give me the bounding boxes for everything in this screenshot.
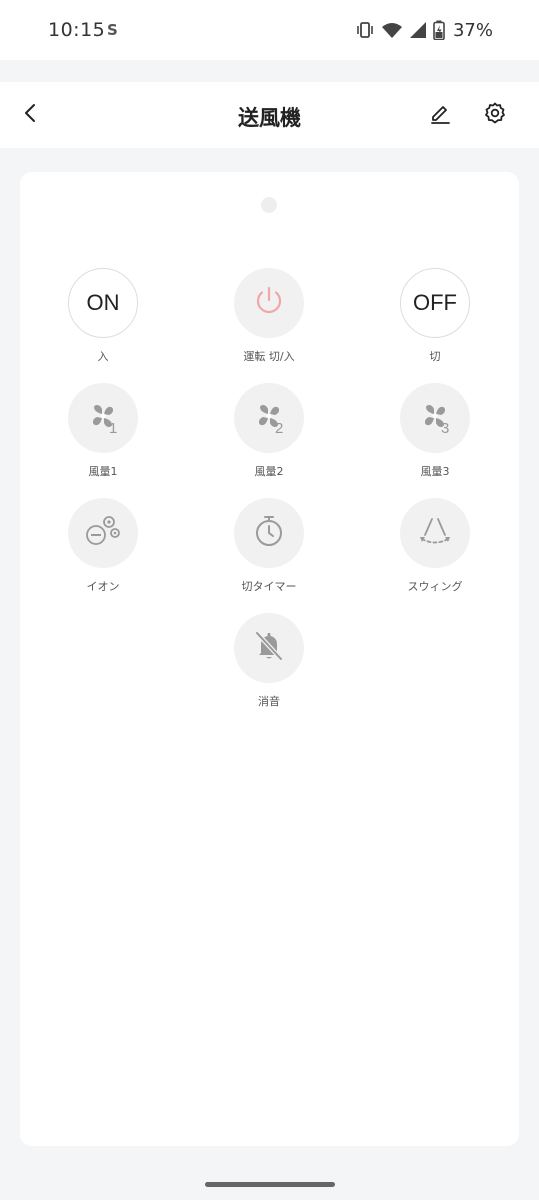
indicator-dot: [261, 197, 277, 213]
settings-button[interactable]: [479, 99, 511, 131]
remote-panel: ON 入 運転 切/入 OFF 切 1 風量1 2 風量2 3 風量3 イオン …: [20, 172, 519, 1146]
key-label-swing: スウィング: [407, 580, 463, 593]
key-timer: 切タイマー: [199, 498, 339, 598]
swing-icon: [415, 513, 455, 553]
key-ion: イオン: [33, 498, 173, 598]
key-off: OFF 切: [365, 268, 505, 368]
fan-speed-number: 1: [109, 420, 118, 437]
fan-speed-1-button[interactable]: 1: [68, 383, 138, 453]
vibrate-icon: [355, 21, 375, 39]
ion-button[interactable]: [68, 498, 138, 568]
key-fan3: 3 風量3: [365, 383, 505, 483]
status-icons: 37%: [355, 18, 493, 42]
status-app-indicator: S: [107, 21, 118, 39]
swing-button[interactable]: [400, 498, 470, 568]
battery-charging-icon: [433, 20, 445, 40]
key-label-timer: 切タイマー: [241, 580, 297, 593]
timer-icon: [252, 513, 286, 553]
key-swing: スウィング: [365, 498, 505, 598]
home-indicator[interactable]: [205, 1182, 335, 1187]
fan-speed-number: 2: [275, 420, 284, 437]
key-on: ON 入: [33, 268, 173, 368]
on-button-text: ON: [86, 290, 120, 315]
mute-bell-icon: [252, 628, 286, 668]
fan-speed-number: 3: [441, 420, 450, 437]
status-bar: 10:15 S 37%: [0, 0, 539, 60]
gear-icon: [484, 102, 506, 128]
signal-icon: [409, 21, 427, 39]
pencil-icon: [429, 102, 451, 128]
key-power: 運転 切/入: [199, 268, 339, 368]
key-fan1: 1 風量1: [33, 383, 173, 483]
key-label-fan1: 風量1: [88, 465, 118, 478]
page-title: 送風機: [238, 106, 301, 130]
power-icon: [251, 283, 287, 323]
off-timer-button[interactable]: [234, 498, 304, 568]
fan-speed-3-button[interactable]: 3: [400, 383, 470, 453]
edit-button[interactable]: [424, 99, 456, 131]
app-header: 送風機: [0, 82, 539, 148]
off-button[interactable]: OFF: [400, 268, 470, 338]
key-label-on: 入: [97, 350, 109, 363]
key-label-off: 切: [429, 350, 441, 363]
on-button[interactable]: ON: [68, 268, 138, 338]
key-label-mute: 消音: [258, 695, 280, 708]
off-button-text: OFF: [413, 290, 457, 315]
battery-percent: 37%: [452, 19, 493, 41]
key-label-ion: イオン: [86, 580, 120, 593]
status-time: 10:15: [48, 19, 106, 41]
key-label-fan2: 風量2: [254, 465, 284, 478]
wifi-icon: [381, 21, 403, 39]
key-label-power: 運転 切/入: [243, 350, 295, 363]
fan-speed-2-button[interactable]: 2: [234, 383, 304, 453]
ion-icon: [83, 513, 123, 553]
mute-button[interactable]: [234, 613, 304, 683]
key-fan2: 2 風量2: [199, 383, 339, 483]
key-mute: 消音: [199, 613, 339, 713]
key-label-fan3: 風量3: [420, 465, 450, 478]
power-button[interactable]: [234, 268, 304, 338]
